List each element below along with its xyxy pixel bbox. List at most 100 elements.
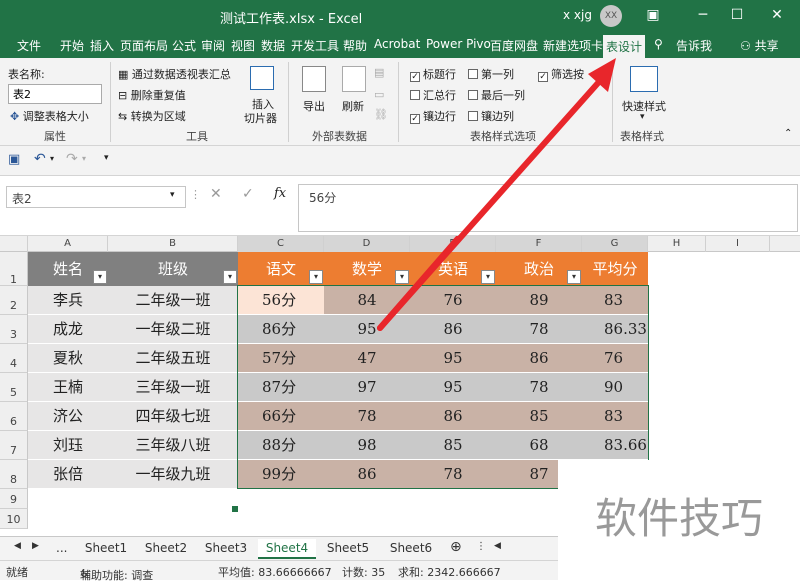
ribbon-divider [398, 62, 399, 142]
tab-page-layout[interactable]: 页面布局 [120, 37, 168, 58]
tab-data[interactable]: 数据 [261, 37, 285, 58]
ribbon-tabs: 文件 开始 插入 页面布局 公式 审阅 视图 数据 开发工具 帮助 Acroba… [0, 32, 800, 58]
resize-icon: ✥ [10, 110, 20, 123]
table-name-label: 表名称: [8, 68, 45, 81]
last-column-label: 最后一列 [481, 89, 525, 102]
undo-dropdown-icon[interactable]: ▾ [50, 154, 54, 163]
ribbon: 表名称: ✥ 调整表格大小 属性 ▦ 通过数据透视表汇总 ⊟ 删除重复值 ⇆ 转… [0, 58, 800, 146]
properties-icon[interactable]: ▤ [374, 66, 384, 79]
tab-review[interactable]: 审阅 [201, 37, 225, 58]
scroll-left-icon[interactable]: ◀ [494, 539, 501, 559]
tab-help[interactable]: 帮助 [343, 37, 367, 58]
name-box-dropdown-icon[interactable]: ▾ [170, 190, 175, 200]
ribbon-divider [110, 62, 111, 142]
convert-to-range-label: 转换为区域 [130, 110, 186, 123]
quick-styles-icon [630, 66, 658, 92]
filter-button-label: 筛选按 [551, 68, 584, 81]
open-browser-icon[interactable]: ▭ [374, 88, 384, 101]
refresh-icon [342, 66, 366, 92]
total-row-label: 汇总行 [423, 89, 456, 102]
tab-file[interactable]: 文件 [17, 37, 41, 58]
redo-dropdown-icon[interactable]: ▾ [82, 154, 86, 163]
summarize-pivot-button[interactable]: ▦ 通过数据透视表汇总 [118, 66, 231, 82]
banded-rows-checkbox[interactable]: ✓ 镶边行 [410, 108, 456, 124]
undo-icon[interactable]: ↶ [34, 151, 46, 167]
table-name-input[interactable] [8, 84, 102, 104]
remove-duplicates-icon: ⊟ [118, 89, 128, 102]
prev-sheet-icon[interactable]: ◀ [14, 539, 21, 559]
insert-slicer-label: 切片器 [244, 112, 277, 125]
avatar[interactable]: XX [600, 5, 622, 27]
resize-table-button[interactable]: ✥ 调整表格大小 [10, 108, 89, 124]
redo-icon[interactable]: ↷ [66, 151, 78, 167]
convert-to-range-button[interactable]: ⇆ 转换为区域 [118, 108, 186, 124]
tab-insert[interactable]: 插入 [90, 37, 114, 58]
header-row-checkbox[interactable]: ✓ 标题行 [410, 66, 456, 82]
name-box[interactable]: 表2 [6, 186, 186, 208]
group-properties-label: 属性 [44, 130, 66, 143]
enter-icon[interactable]: ✓ [242, 186, 254, 202]
status-average: 平均值: 83.66666667 [218, 566, 332, 579]
banded-columns-checkbox[interactable]: 镶边列 [468, 108, 514, 124]
accessibility-label: 辅助功能: 调查 [80, 569, 154, 582]
ribbon-divider [288, 62, 289, 142]
close-icon[interactable]: ✕ [760, 0, 794, 32]
total-row-checkbox[interactable]: 汇总行 [410, 87, 456, 103]
window-title: 测试工作表.xlsx - Excel [220, 12, 363, 27]
refresh-button[interactable]: 刷新 [342, 98, 364, 114]
share-label: 共享 [754, 39, 779, 53]
first-column-checkbox[interactable]: 第一列 [468, 66, 514, 82]
tab-formulas[interactable]: 公式 [172, 37, 196, 58]
title-bar: 测试工作表.xlsx - Excel x xjg XX ▣ ─ ☐ ✕ [0, 0, 800, 32]
tell-me-box[interactable]: 告诉我 [676, 37, 712, 58]
group-styles-label: 表格样式 [620, 130, 664, 143]
status-mode: 就绪 [6, 566, 28, 579]
ribbon-display-icon[interactable]: ▣ [636, 0, 670, 32]
tab-acrobat[interactable]: Acrobat [374, 37, 420, 58]
minimize-icon[interactable]: ─ [686, 0, 720, 32]
status-sum: 求和: 2342.666667 [398, 566, 501, 579]
share-button[interactable]: ⚇ 共享 [740, 37, 779, 58]
last-column-checkbox[interactable]: 最后一列 [468, 87, 525, 103]
unlink-icon[interactable]: ⛓ [374, 108, 388, 121]
user-name[interactable]: x xjg [563, 8, 592, 22]
sheet-tab[interactable]: Sheet3 [200, 539, 252, 559]
export-button[interactable]: 导出 [303, 98, 325, 114]
maximize-icon[interactable]: ☐ [720, 0, 754, 32]
scroll-options-icon: ⋮ [476, 541, 486, 552]
formula-input[interactable]: 56分 [298, 184, 798, 232]
tab-new-tab[interactable]: 新建选项卡 [543, 37, 603, 58]
collapse-ribbon-icon[interactable]: ⌃ [784, 128, 792, 139]
watermark: 软件技巧 [558, 460, 800, 580]
person-icon: ⚇ [740, 39, 751, 53]
add-sheet-icon[interactable]: ⊕ [450, 539, 462, 559]
tab-view[interactable]: 视图 [231, 37, 255, 58]
chevron-down-icon[interactable]: ▾ [640, 112, 645, 122]
insert-function-button[interactable]: fx [274, 186, 286, 201]
more-options-icon: ⋮ [190, 188, 201, 201]
cancel-icon[interactable]: ✕ [210, 186, 222, 202]
sheet-tab[interactable]: Sheet5 [322, 539, 374, 559]
status-count: 计数: 35 [342, 566, 386, 579]
tab-developer[interactable]: 开发工具 [291, 37, 339, 58]
slicer-icon [250, 66, 274, 90]
ribbon-divider [612, 62, 613, 142]
filter-button-checkbox[interactable]: ✓ 筛选按 [538, 66, 584, 82]
sheet-tab[interactable]: Sheet1 [80, 539, 132, 559]
sheet-tab[interactable]: Sheet6 [382, 539, 440, 559]
banded-columns-label: 镶边列 [481, 110, 514, 123]
save-icon[interactable]: ▣ [8, 152, 20, 167]
remove-duplicates-button[interactable]: ⊟ 删除重复值 [118, 87, 186, 103]
tab-table-design[interactable]: 表设计 [603, 35, 646, 58]
more-sheets-button[interactable]: ... [56, 539, 67, 559]
lightbulb-icon: ⚲ [654, 37, 663, 51]
next-sheet-icon[interactable]: ▶ [32, 539, 39, 559]
tab-power-pivot[interactable]: Power Pivo [426, 37, 491, 58]
sheet-tab-active[interactable]: Sheet4 [258, 539, 316, 559]
summarize-pivot-label: 通过数据透视表汇总 [131, 68, 231, 81]
tab-home[interactable]: 开始 [60, 37, 84, 58]
sheet-tab[interactable]: Sheet2 [140, 539, 192, 559]
convert-icon: ⇆ [118, 110, 128, 123]
customize-qat-icon[interactable]: ▾ [104, 153, 109, 163]
tab-baidu-netdisk[interactable]: 百度网盘 [490, 37, 538, 58]
